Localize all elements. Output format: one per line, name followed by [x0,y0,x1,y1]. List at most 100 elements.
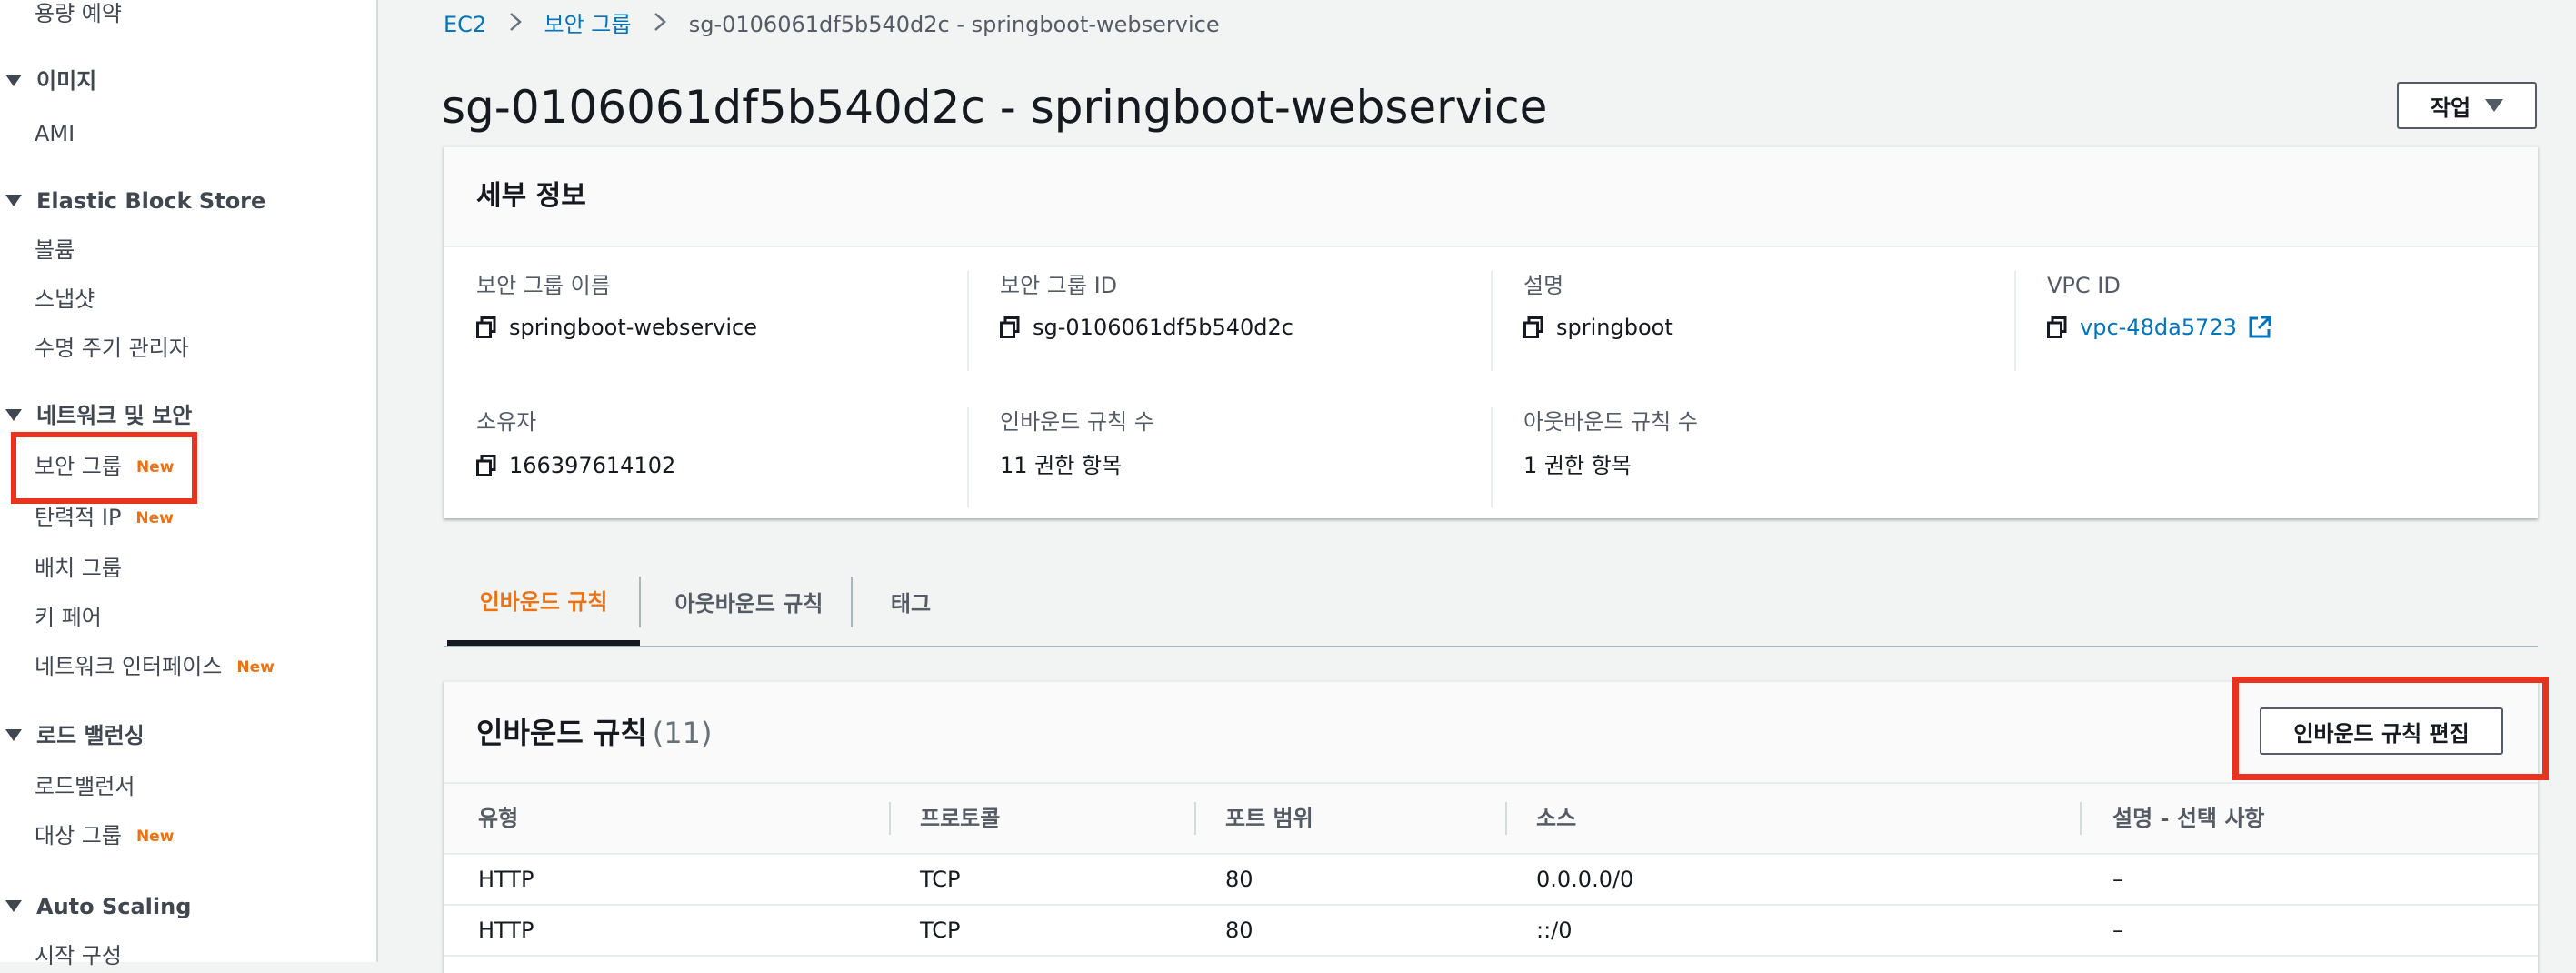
field-label-sg-id: 보안 그룹 ID [1000,273,1118,298]
tab-bar: 인바운드 규칙 아웃바운드 규칙 태그 [444,558,2538,647]
sidebar-item-label: 용량 예약 [35,1,122,26]
sidebar-item-label: 탄력적 IP [35,505,122,530]
breadcrumb: EC2 보안 그룹 sg-0106061df5b540d2c - springb… [444,9,1220,40]
tab-separator [851,577,853,627]
sidebar-item-placement-groups[interactable]: 배치 그룹 [35,555,122,582]
column-divider [967,407,969,507]
actions-button-label: 작업 [2430,95,2471,121]
sidebar-section-images[interactable]: 이미지 [0,67,96,95]
field-value-text: springboot [1556,315,1673,340]
inbound-rules-title: 인바운드 규칙 (11) [476,715,712,751]
sidebar-section-title: 로드 밸런싱 [36,723,145,748]
cell-type: HTTP [478,918,534,943]
new-badge: New [135,828,175,846]
copy-icon[interactable] [1523,316,1543,338]
sidebar-item-network-interfaces[interactable]: 네트워크 인터페이스 New [35,653,275,681]
sidebar-item-target-groups[interactable]: 대상 그룹 New [35,822,174,850]
cell-type: HTTP [478,867,534,892]
column-header-protocol[interactable]: 프로토콜 [920,804,1000,833]
table-row: HTTP TCP 80 ::/0 – [444,906,2538,957]
details-panel-header: 세부 정보 [444,147,2538,247]
sidebar-section-title: Elastic Block Store [36,188,266,214]
field-value-vpc-id: vpc-48da5723 [2047,313,2271,342]
new-badge: New [236,658,275,677]
sidebar-section-title: 이미지 [36,68,97,94]
column-header-type[interactable]: 유형 [478,804,518,833]
sidebar-item-volumes[interactable]: 볼륨 [35,236,75,264]
caret-down-icon [5,195,22,206]
sidebar-section-load-balancing[interactable]: 로드 밸런싱 [0,722,145,749]
sidebar-item-label: 로드밸런서 [35,774,135,799]
tab-inbound-rules[interactable]: 인바운드 규칙 [447,558,640,646]
column-divider [967,271,969,371]
sidebar-item-capacity-reservations[interactable]: 용량 예약 [35,0,122,27]
vpc-id-link[interactable]: vpc-48da5723 [2080,313,2237,342]
highlight-box-security-groups [11,432,197,504]
caret-down-icon [5,409,22,421]
sidebar-item-label: 대상 그룹 [35,823,122,848]
cell-port-range: 80 [1225,918,1253,943]
tab-separator [639,577,641,627]
sidebar-item-lifecycle-manager[interactable]: 수명 주기 관리자 [35,335,189,362]
column-header-source[interactable]: 소스 [1536,804,1576,833]
cell-protocol: TCP [920,867,961,892]
inbound-rules-count: (11) [652,716,713,750]
caret-down-icon [2485,99,2504,112]
field-value-owner: 166397614102 [476,451,675,480]
breadcrumb-link-ec2[interactable]: EC2 [444,12,486,37]
sidebar-section-network-security[interactable]: 네트워크 및 보안 [0,402,192,429]
new-badge: New [135,509,174,527]
column-separator[interactable] [1194,802,1196,835]
column-header-port-range[interactable]: 포트 범위 [1225,804,1313,833]
tab-outbound-rules[interactable]: 아웃바운드 규칙 [642,558,856,644]
field-label-inbound-count: 인바운드 규칙 수 [1000,409,1154,435]
cell-source: ::/0 [1536,918,1573,943]
column-header-description[interactable]: 설명 - 선택 사항 [2112,804,2265,833]
copy-icon[interactable] [2047,316,2067,338]
field-value-text: 166397614102 [509,453,676,478]
sidebar-item-label: 네트워크 인터페이스 [35,654,223,679]
sidebar-item-key-pairs[interactable]: 키 페어 [35,604,102,631]
field-value-sg-name: springboot-webservice [476,313,757,342]
field-label-description: 설명 [1523,273,1564,298]
field-value-text: sg-0106061df5b540d2c [1033,315,1293,340]
column-divider [1491,407,1493,507]
table-row: HTTP TCP 80 0.0.0.0/0 – [444,855,2538,906]
column-separator[interactable] [2080,802,2082,835]
cell-protocol: TCP [920,918,961,943]
field-label-outbound-count: 아웃바운드 규칙 수 [1523,409,1698,435]
cell-source: 0.0.0.0/0 [1536,867,1634,892]
sidebar-section-ebs[interactable]: Elastic Block Store [0,187,265,215]
sidebar-item-launch-configurations[interactable]: 시작 구성 [35,942,122,969]
sidebar-item-snapshots[interactable]: 스냅샷 [35,286,95,313]
tab-tags[interactable]: 태그 [854,558,967,644]
copy-icon[interactable] [1000,316,1020,338]
column-divider [1491,271,1493,371]
cell-port-range: 80 [1225,867,1253,892]
field-value-text: springboot-webservice [509,315,757,340]
caret-down-icon [5,75,22,86]
sidebar-item-load-balancers[interactable]: 로드밸런서 [35,773,135,800]
actions-dropdown-button[interactable]: 작업 [2397,82,2537,129]
inbound-rules-panel: 인바운드 규칙 (11) 인바운드 규칙 편집 유형 프로토콜 포트 범위 소스 … [444,680,2538,973]
cell-description: – [2112,867,2123,892]
page-title: sg-0106061df5b540d2c - springboot-webser… [442,81,1548,134]
sidebar-item-elastic-ip[interactable]: 탄력적 IP New [35,504,174,532]
sidebar-section-auto-scaling[interactable]: Auto Scaling [0,893,191,920]
column-separator[interactable] [889,802,891,835]
highlight-box-edit-inbound-rules [2232,677,2549,780]
field-label-owner: 소유자 [476,409,537,435]
field-value-description: springboot [1523,313,1673,342]
sidebar-item-label: 스냅샷 [35,286,95,312]
copy-icon[interactable] [476,455,496,476]
chevron-right-icon [653,9,667,40]
column-separator[interactable] [1505,802,1507,835]
copy-icon[interactable] [476,316,496,338]
breadcrumb-link-security-groups[interactable]: 보안 그룹 [544,12,631,37]
field-label-vpc-id: VPC ID [2047,273,2121,298]
sidebar-item-label: 수명 주기 관리자 [35,336,189,361]
field-label-sg-name: 보안 그룹 이름 [476,273,611,298]
external-link-icon[interactable] [2248,316,2271,339]
sidebar-item-ami[interactable]: AMI [35,120,75,147]
caret-down-icon [5,900,22,912]
